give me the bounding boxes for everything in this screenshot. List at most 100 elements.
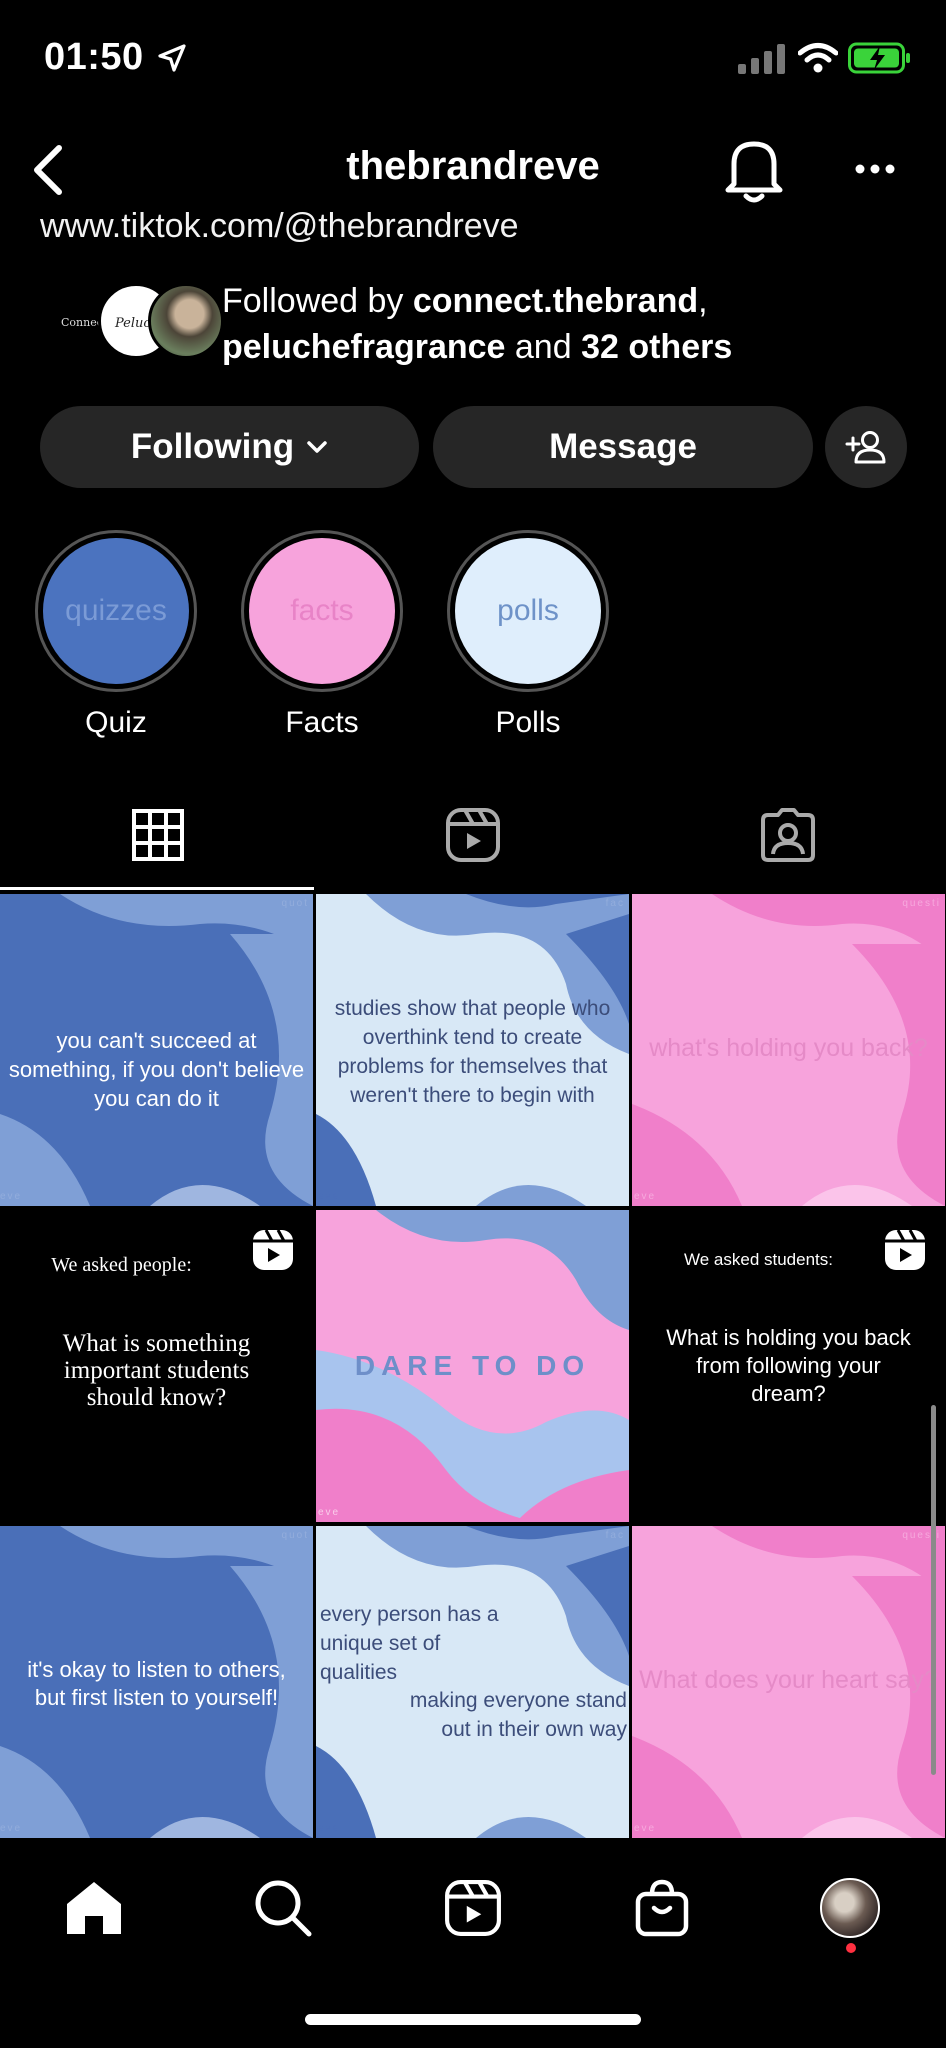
post-text: What is something important students sho… [62,1330,251,1411]
avatar [148,283,224,359]
mutual-followers[interactable]: Connect Peluche Followed by connect.theb… [40,278,920,374]
post-tile[interactable]: what's holding you back? questi eve [632,894,945,1206]
post-kicker: We asked people: [51,1254,192,1276]
followed-user: connect.thebrand [412,282,699,320]
highlight-cover: polls [455,538,601,684]
followed-user: peluchefragrance [222,328,506,366]
post-corner-label: questi [902,898,941,909]
bio-link[interactable]: www.tiktok.com/@thebrandreve [40,206,740,246]
nav-profile[interactable] [810,1868,890,1948]
post-text: you can't succeed at something, if you d… [8,1028,305,1111]
followed-prefix: Followed by [222,282,413,320]
tagged-person-icon [760,808,815,862]
highlight-label: Facts [285,706,359,739]
post-corner-label: fac [605,1530,625,1541]
notification-dot [846,1943,856,1953]
post-tile[interactable]: We asked students: What is holding you b… [632,1210,945,1522]
post-tile[interactable]: you can't succeed at something, if you d… [0,894,313,1206]
post-tile[interactable]: it's okay to listen to others, but first… [0,1526,313,1838]
followed-and: and [505,328,582,366]
active-tab-indicator [0,887,314,890]
post-corner-label: quot [281,1530,309,1541]
highlight-ring: facts [241,530,403,692]
post-text: what's holding you back? [649,1034,928,1062]
message-label: Message [549,427,697,466]
highlight-polls[interactable]: polls Polls [446,530,610,740]
highlight-cover: quizzes [43,538,189,684]
reels-icon [445,808,500,862]
posts-grid: you can't succeed at something, if you d… [0,894,946,1838]
profile-header: thebrandreve [0,120,946,220]
post-text: every person has a unique set of qualiti… [320,1603,499,1684]
post-text: What is holding you back from following … [666,1325,911,1406]
scrollbar[interactable] [931,1405,936,1775]
reel-badge-icon [885,1229,925,1270]
post-corner-label: eve [0,1191,23,1202]
post-text: DARE TO DO [354,1350,591,1381]
profile-username: thebrandreve [346,144,600,188]
post-tile[interactable]: What does your heart say? questi eve [632,1526,945,1838]
tab-grid[interactable] [0,780,315,890]
cellular-signal-icon [738,44,785,74]
highlight-ring: polls [447,530,609,692]
home-icon [67,1882,121,1934]
nav-search[interactable] [243,1868,323,1948]
tab-reels[interactable] [315,780,630,890]
suggested-users-button[interactable] [825,406,907,488]
highlight-label: Quiz [85,706,147,739]
profile-tabs [0,780,946,890]
story-highlights: quizzes Quiz facts Facts polls Polls [34,530,934,740]
post-corner-label: eve [318,1507,341,1518]
post-corner-label: fac [605,898,625,909]
post-tile[interactable]: We asked people: What is something impor… [0,1210,313,1522]
shopping-bag-icon [635,1879,689,1937]
tab-tagged[interactable] [630,780,945,890]
post-tile[interactable]: studies show that people who overthink t… [316,894,629,1206]
add-person-icon [845,431,886,464]
location-arrow-icon [158,44,186,72]
reels-icon [445,1880,501,1936]
highlight-cover: facts [249,538,395,684]
message-button[interactable]: Message [433,406,813,488]
following-label: Following [130,427,295,466]
post-corner-label: eve [634,1823,657,1834]
post-text: studies show that people who overthink t… [334,997,611,1107]
post-tile[interactable]: DARE TO DO eve [316,1210,629,1522]
post-corner-label: quot [281,898,309,909]
post-corner-label: eve [318,1823,341,1834]
more-options-button[interactable] [848,142,902,196]
mutual-avatars: Connect Peluche [52,283,242,363]
following-button[interactable]: Following [40,406,419,488]
highlight-quiz[interactable]: quizzes Quiz [34,530,198,740]
post-corner-label: eve [0,1823,23,1834]
highlight-label: Polls [495,706,561,739]
followed-by-text: Followed by connect.thebrand, peluchefra… [222,278,942,370]
notifications-bell-icon[interactable] [722,134,786,204]
post-kicker: We asked students: [684,1250,833,1269]
post-corner-label: eve [634,1191,657,1202]
status-bar: 01:50 [0,0,946,120]
home-indicator[interactable] [305,2014,641,2025]
post-text: What does your heart say? [639,1666,938,1694]
profile-avatar [820,1878,880,1938]
nav-shop[interactable] [622,1868,702,1948]
status-time: 01:50 [44,36,144,78]
highlight-facts[interactable]: facts Facts [240,530,404,740]
highlight-cover-text: polls [497,594,559,627]
post-text: making everyone stand out in their own w… [409,1689,627,1741]
wifi-icon [798,43,838,73]
bottom-navigation [0,1840,946,2048]
search-icon [255,1880,312,1937]
followed-others: 32 others [581,328,733,366]
grid-icon [131,809,184,861]
highlight-ring: quizzes [35,530,197,692]
followed-separator: , [698,282,708,320]
post-tile[interactable]: every person has a unique set of qualiti… [316,1526,629,1838]
nav-home[interactable] [54,1868,134,1948]
battery-charging-icon [848,42,910,74]
reel-badge-icon [253,1229,293,1270]
nav-reels[interactable] [433,1868,513,1948]
chevron-down-icon [307,441,327,453]
post-text: it's okay to listen to others, but first… [27,1657,286,1710]
highlight-cover-text: quizzes [65,594,167,627]
